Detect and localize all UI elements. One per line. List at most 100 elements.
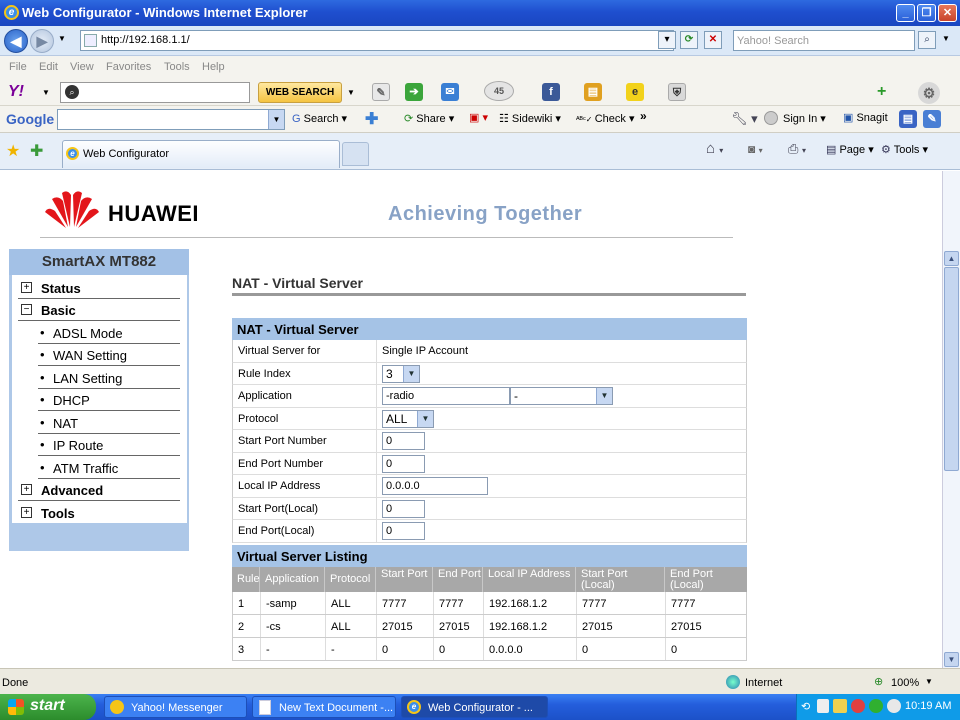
- zoom-level[interactable]: 100%: [891, 677, 919, 689]
- collapse-icon[interactable]: −: [21, 304, 32, 315]
- task-web-configurator[interactable]: e Web Configurator - ...: [401, 696, 548, 718]
- yahoo-logo[interactable]: Y!: [8, 83, 24, 101]
- sidebar-item-ip-route[interactable]: IP Route: [38, 434, 180, 456]
- sidebar-item-advanced[interactable]: + Advanced: [18, 479, 180, 501]
- sidebar-item-wan-setting[interactable]: WAN Setting: [38, 344, 180, 366]
- refresh-icon[interactable]: ⟳: [680, 31, 698, 49]
- google-search-button[interactable]: G Search ▾: [292, 112, 347, 125]
- favorites-star-icon[interactable]: ★: [6, 141, 20, 161]
- search-input[interactable]: Yahoo! Search: [733, 30, 915, 51]
- snagit-capture-icon[interactable]: ▤: [899, 110, 917, 128]
- forward-button[interactable]: ▶: [30, 29, 54, 53]
- home-icon[interactable]: ⌂ ▾: [706, 140, 723, 157]
- feeds-icon[interactable]: ◙ ▾: [748, 142, 763, 156]
- news-icon[interactable]: ▤: [584, 83, 602, 101]
- share-button[interactable]: ⟳ Share ▾: [404, 112, 454, 125]
- start-port-input[interactable]: 0: [382, 432, 425, 450]
- new-tab-button[interactable]: [342, 142, 369, 166]
- web-search-button[interactable]: WEB SEARCH: [258, 82, 342, 103]
- snagit-edit-icon[interactable]: ✎: [923, 110, 941, 128]
- zoom-dropdown-icon[interactable]: ▼: [925, 677, 933, 686]
- tray-app-icon[interactable]: [833, 699, 847, 713]
- google-plus-icon[interactable]: ✚: [365, 109, 378, 129]
- tray-security-icon[interactable]: [851, 699, 865, 713]
- menu-tools[interactable]: Tools: [164, 61, 190, 73]
- google-search-input[interactable]: ▼: [57, 109, 285, 130]
- wrench-icon[interactable]: 🔧︎ ▾: [731, 111, 758, 127]
- mail-icon[interactable]: ✉: [441, 83, 459, 101]
- start-button[interactable]: start: [0, 694, 96, 720]
- snagit-button[interactable]: ▣ Snagit: [843, 111, 888, 124]
- sidebar-item-tools[interactable]: + Tools: [18, 502, 180, 524]
- history-dropdown-icon[interactable]: ▼: [58, 34, 66, 43]
- expand-icon[interactable]: +: [21, 282, 32, 293]
- menu-file[interactable]: File: [9, 61, 27, 73]
- bookmark-star-icon[interactable]: ▣ ▾: [469, 111, 488, 124]
- check-button[interactable]: ᴬᴮᶜ✓ Check ▾: [576, 112, 634, 125]
- task-text-document[interactable]: New Text Document -...: [252, 696, 396, 718]
- clock[interactable]: 10:19 AM: [905, 700, 951, 712]
- protocol-select[interactable]: ALL ▼: [382, 409, 434, 428]
- google-logo[interactable]: Google: [6, 111, 54, 127]
- messenger-cloud-icon[interactable]: 45: [484, 81, 514, 101]
- page-scrollbar[interactable]: ▲ ▼: [942, 171, 960, 668]
- google-dropdown-icon[interactable]: ▼: [268, 110, 284, 129]
- sidebar-item-nat[interactable]: NAT: [38, 412, 180, 434]
- search-icon[interactable]: ⌕: [918, 31, 936, 49]
- sidebar-item-dhcp[interactable]: DHCP: [38, 389, 180, 411]
- minimize-button[interactable]: _: [896, 4, 915, 22]
- menu-view[interactable]: View: [70, 61, 94, 73]
- ebay-icon[interactable]: e: [626, 83, 644, 101]
- tab-web-configurator[interactable]: e Web Configurator: [62, 140, 340, 168]
- menu-favorites[interactable]: Favorites: [106, 61, 151, 73]
- local-ip-input[interactable]: 0.0.0.0: [382, 477, 488, 495]
- sign-in-button[interactable]: Sign In ▾: [764, 111, 826, 125]
- yahoo-search-input[interactable]: ⌕: [60, 82, 250, 103]
- pencil-icon[interactable]: ✎: [372, 83, 390, 101]
- end-port-input[interactable]: 0: [382, 454, 425, 473]
- expand-icon[interactable]: +: [21, 484, 32, 495]
- address-input[interactable]: http://192.168.1.1/: [80, 30, 674, 51]
- scroll-up-icon[interactable]: ▲: [944, 251, 959, 266]
- add-icon[interactable]: +: [877, 83, 886, 101]
- sidebar-item-status[interactable]: + Status: [18, 277, 180, 299]
- task-yahoo-messenger[interactable]: Yahoo! Messenger: [104, 696, 247, 718]
- maximize-button[interactable]: ❐: [917, 4, 936, 22]
- search-options-icon[interactable]: ▼: [942, 34, 950, 43]
- bookmark-icon[interactable]: ➔: [405, 83, 423, 101]
- start-port-local-input[interactable]: 0: [382, 499, 425, 518]
- menu-help[interactable]: Help: [202, 61, 225, 73]
- sidebar-item-basic[interactable]: − Basic: [18, 299, 180, 321]
- back-button[interactable]: ◀: [4, 29, 28, 53]
- tools-menu[interactable]: ⚙ Tools ▾: [881, 143, 928, 156]
- tray-network-icon[interactable]: ⟲: [801, 700, 810, 713]
- stop-icon[interactable]: ✕: [704, 31, 722, 49]
- address-dropdown-icon[interactable]: ▾: [658, 31, 676, 49]
- tray-status-icon[interactable]: [869, 699, 883, 713]
- sidebar-item-adsl-mode[interactable]: ADSL Mode: [38, 322, 180, 344]
- more-chevron-icon[interactable]: »: [640, 109, 647, 123]
- scroll-thumb[interactable]: [944, 267, 959, 471]
- sidewiki-button[interactable]: ☷ Sidewiki ▾: [499, 112, 561, 125]
- expand-icon[interactable]: +: [21, 507, 32, 518]
- gear-icon[interactable]: ⚙: [918, 82, 940, 104]
- rule-index-select[interactable]: 3 ▼: [382, 364, 420, 383]
- end-port-local-input[interactable]: 0: [382, 522, 425, 540]
- close-button[interactable]: ✕: [938, 4, 957, 22]
- menu-edit[interactable]: Edit: [39, 61, 58, 73]
- tray-clock-icon[interactable]: [887, 699, 901, 713]
- scroll-down-icon[interactable]: ▼: [944, 652, 959, 667]
- sidebar-item-lan-setting[interactable]: LAN Setting: [38, 367, 180, 389]
- add-favorite-icon[interactable]: ✚: [30, 141, 43, 161]
- zoom-icon[interactable]: ⊕: [874, 675, 883, 688]
- facebook-icon[interactable]: f: [542, 83, 560, 101]
- page-menu[interactable]: ▤ Page ▾: [826, 143, 874, 156]
- application-select[interactable]: - ▼: [510, 387, 613, 405]
- print-icon[interactable]: ⎙ ▾: [788, 141, 806, 157]
- application-input[interactable]: -radio: [382, 387, 510, 405]
- shield-icon[interactable]: ⛨: [668, 83, 686, 101]
- yahoo-menu-icon[interactable]: ▼: [42, 88, 50, 97]
- sidebar-item-atm-traffic[interactable]: ATM Traffic: [38, 457, 180, 479]
- yahoo-search-options-icon[interactable]: ▼: [347, 88, 355, 97]
- tray-volume-icon[interactable]: [817, 699, 829, 713]
